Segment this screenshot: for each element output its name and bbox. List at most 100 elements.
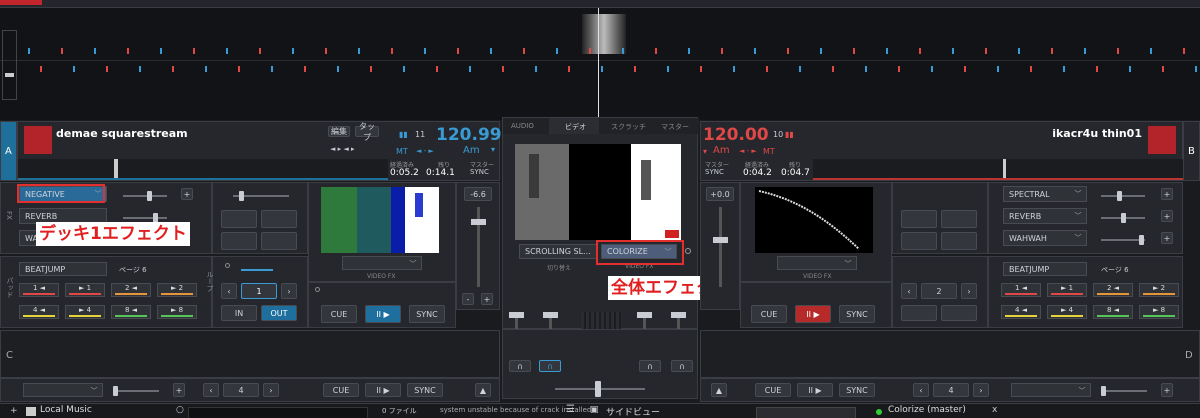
deck-b-sampler-pad-4[interactable] (941, 232, 977, 250)
deck-b-pad-mode-select[interactable]: BEATJUMP (1003, 262, 1087, 276)
deck-a-gain[interactable]: -6.6 (464, 187, 492, 201)
deck-b-loop-in[interactable] (901, 305, 937, 321)
deck-a-sampler-slider[interactable] (233, 191, 289, 201)
plus-icon[interactable]: + (173, 383, 185, 397)
deck-a-hotcue-pad-8[interactable]: ► 8 (157, 305, 197, 319)
deck-d-fx-select[interactable]: ﹀ (1011, 383, 1091, 397)
deck-c-fx-slider[interactable] (113, 386, 159, 396)
deck-a-fx1-plus[interactable]: + (181, 188, 193, 200)
tab-audio[interactable]: AUDIO (511, 122, 534, 130)
deck-a-sampler-pad-4[interactable] (261, 232, 297, 250)
plus-icon[interactable]: + (10, 406, 18, 416)
deck-b-master-sync[interactable]: SYNC (705, 168, 724, 176)
deck-b-fx3-slider[interactable] (1101, 235, 1145, 245)
deck-a-mini-waveform[interactable] (18, 159, 388, 180)
deck-a-key[interactable]: Am (463, 145, 480, 156)
deck-a-sync-button[interactable]: SYNC (409, 305, 445, 323)
deck-b-hotcue-pad-5[interactable]: 4 ◄ (1001, 305, 1041, 319)
deck-a-pitch-slider[interactable] (471, 207, 486, 287)
transition-select[interactable]: SCROLLING SL... (519, 244, 597, 259)
deck-a-hotcue-pad-2[interactable]: ► 1 (65, 283, 105, 297)
deck-a-fx1-slider[interactable] (123, 191, 167, 201)
deck-a-master-sync[interactable]: SYNC (470, 168, 489, 176)
deck-b-mini-waveform[interactable] (813, 159, 1183, 180)
crossfader[interactable] (555, 381, 645, 397)
deck-b-hotcue-pad-3[interactable]: 2 ◄ (1093, 283, 1133, 297)
deck-b-hotcue-pad-1[interactable]: 1 ◄ (1001, 283, 1041, 297)
deck-d-loop-prev[interactable]: ‹ (913, 383, 929, 397)
deck-a-hotcue-pad-6[interactable]: ► 4 (65, 305, 105, 319)
deck-b-hotcue-pad-6[interactable]: ► 4 (1047, 305, 1087, 319)
deck-b-hotcue-pad-7[interactable]: 8 ◄ (1093, 305, 1133, 319)
deck-a-cue-button[interactable]: CUE (321, 305, 357, 323)
local-music-folder[interactable]: Local Music (40, 405, 92, 415)
sideview-label[interactable]: サイドビュー (606, 405, 660, 418)
chevron-down-icon[interactable]: ﹀ (1072, 211, 1084, 222)
chevron-down-icon[interactable]: ﹀ (842, 259, 854, 270)
deck-b-fx2-slider[interactable] (1101, 213, 1145, 223)
headphone-icon[interactable]: ∩ (639, 360, 661, 372)
deck-c-loop-prev[interactable]: ‹ (203, 383, 219, 397)
plus-icon[interactable]: + (1161, 188, 1173, 200)
deck-a-edit-button[interactable]: 編集 (328, 126, 350, 137)
deck-b-page-label[interactable]: ページ 6 (1101, 265, 1129, 275)
deck-a-pitch-minus[interactable]: - (462, 293, 474, 305)
deck-a-sampler-pad-2[interactable] (261, 210, 297, 228)
deck-d-sync-button[interactable]: SYNC (839, 383, 875, 397)
deck-b-sampler-pad-2[interactable] (941, 210, 977, 228)
chevron-down-icon[interactable]: ﹀ (1076, 386, 1088, 397)
deck-a-play-button[interactable]: II ▶ (365, 305, 401, 323)
deck-b-fx2-select[interactable]: REVERB ﹀ (1003, 208, 1087, 224)
chevron-down-icon[interactable]: ﹀ (1072, 233, 1084, 244)
deck-a-hotcue-pad-1[interactable]: 1 ◄ (19, 283, 59, 297)
plus-icon[interactable]: + (1161, 383, 1173, 397)
deck-a-video-fx-select[interactable]: ﹀ (342, 256, 422, 270)
deck-b-play-button[interactable]: II ▶ (795, 305, 831, 323)
deck-b-gain[interactable]: +0.0 (706, 187, 734, 201)
deck-b-sync-button[interactable]: SYNC (839, 305, 875, 323)
tab-scratch[interactable]: スクラッチ (611, 122, 646, 132)
deck-c-fx-select[interactable]: ﹀ (23, 383, 103, 397)
deck-c-play-button[interactable]: II ▶ (365, 383, 401, 397)
deck-c-loop-next[interactable]: › (263, 383, 279, 397)
deck-a-hotcue-pad-4[interactable]: ► 2 (157, 283, 197, 297)
deck-b-loop-next[interactable]: › (961, 283, 977, 299)
deck-b-fx3-select[interactable]: WAHWAH ﹀ (1003, 230, 1087, 246)
deck-b-sampler-pad-1[interactable] (901, 210, 937, 228)
plus-icon[interactable]: + (1161, 232, 1173, 244)
search-icon[interactable]: ○ (176, 405, 184, 415)
deck-b-loop-size[interactable]: 2 (921, 283, 957, 299)
deck-b-fx1-select[interactable]: SPECTRAL ﹀ (1003, 186, 1087, 202)
deck-a-hotcue-pad-3[interactable]: 2 ◄ (111, 283, 151, 297)
deck-b-loop-out[interactable] (941, 305, 977, 321)
rhythm-waveform[interactable] (0, 8, 1200, 120)
sideview-search[interactable] (756, 407, 856, 418)
waveform-zoom-control[interactable] (2, 30, 17, 100)
deck-a-loop-out[interactable]: OUT (261, 305, 297, 321)
close-icon[interactable]: x (992, 405, 997, 415)
deck-a-pad-mode-select[interactable]: BEATJUMP (19, 262, 107, 276)
deck-c-cue-button[interactable]: CUE (323, 383, 359, 397)
deck-b-key-arrow[interactable]: ▾ (703, 147, 707, 156)
colorize-master-item[interactable]: Colorize (master) (888, 405, 966, 415)
deck-a-fx2-slider[interactable] (123, 213, 167, 223)
deck-a-selector[interactable]: A (0, 121, 17, 181)
chevron-down-icon[interactable]: ﹀ (88, 386, 100, 397)
deck-b-sampler-pad-3[interactable] (901, 232, 937, 250)
deck-b-selector[interactable]: B (1183, 121, 1200, 181)
headphone-icon[interactable]: ∩ (539, 360, 561, 372)
deck-a-pitch-plus[interactable]: + (481, 293, 493, 305)
deck-c-sync-button[interactable]: SYNC (407, 383, 443, 397)
deck-a-sampler-pad-3[interactable] (221, 232, 257, 250)
deck-a-loop-size[interactable]: 1 (241, 283, 277, 299)
deck-b-video-fx-select[interactable]: ﹀ (777, 256, 857, 270)
deck-a-sampler-pad-1[interactable] (221, 210, 257, 228)
deck-b-hotcue-pad-4[interactable]: ► 2 (1139, 283, 1179, 297)
deck-b-loop-prev[interactable]: ‹ (901, 283, 917, 299)
deck-a-loop-in[interactable]: IN (221, 305, 257, 321)
deck-b-cue-button[interactable]: CUE (751, 305, 787, 323)
deck-a-key-mt[interactable]: MT (396, 147, 408, 156)
deck-b-key[interactable]: Am (713, 145, 730, 156)
deck-b-pitch-slider[interactable] (713, 207, 728, 287)
menu-icon[interactable]: ☰ (566, 404, 575, 415)
